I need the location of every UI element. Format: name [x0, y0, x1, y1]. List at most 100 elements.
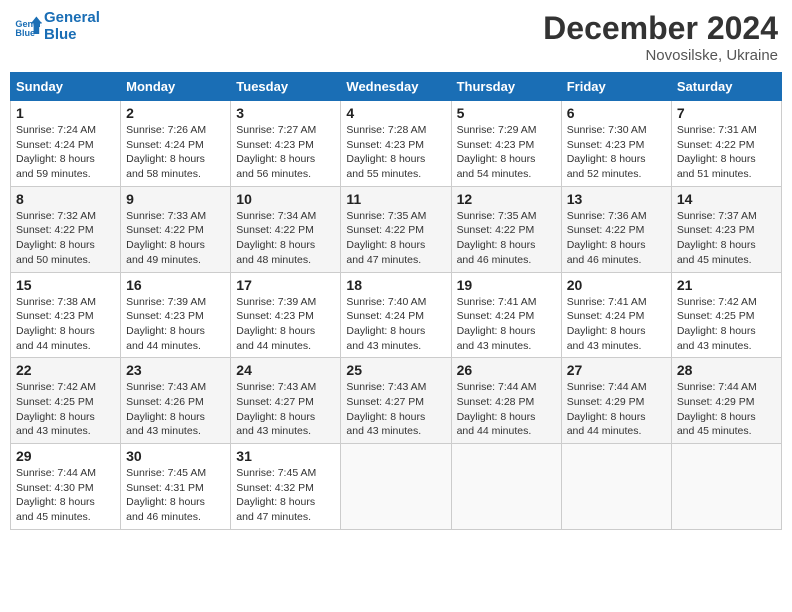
- calendar-cell: 6 Sunrise: 7:30 AMSunset: 4:23 PMDaylight…: [561, 101, 671, 187]
- calendar-cell: 15Sunrise: 7:38 AMSunset: 4:23 PMDayligh…: [11, 272, 121, 358]
- calendar-cell: [341, 444, 451, 530]
- day-number: 25: [346, 362, 445, 378]
- calendar-cell: 22 Sunrise: 7:42 AMSunset: 4:25 PMDayligh…: [11, 358, 121, 444]
- calendar-cell: 28Sunrise: 7:44 AMSunset: 4:29 PMDayligh…: [671, 358, 781, 444]
- day-info: Sunrise: 7:40 AMSunset: 4:24 PMDaylight:…: [346, 295, 445, 354]
- day-number: 13: [567, 191, 666, 207]
- weekday-header: Thursday: [451, 73, 561, 101]
- day-info: Sunrise: 7:34 AMSunset: 4:22 PMDaylight:…: [236, 209, 335, 268]
- weekday-header: Sunday: [11, 73, 121, 101]
- calendar-cell: 14 Sunrise: 7:37 AMSunset: 4:23 PMDayligh…: [671, 186, 781, 272]
- day-info: Sunrise: 7:44 AMSunset: 4:29 PMDaylight:…: [677, 380, 776, 439]
- calendar-cell: 18 Sunrise: 7:40 AMSunset: 4:24 PMDayligh…: [341, 272, 451, 358]
- day-info: Sunrise: 7:29 AMSunset: 4:23 PMDaylight:…: [457, 123, 556, 182]
- day-info: Sunrise: 7:36 AMSunset: 4:22 PMDaylight:…: [567, 209, 666, 268]
- calendar-cell: 9Sunrise: 7:33 AMSunset: 4:22 PMDaylight…: [121, 186, 231, 272]
- calendar-cell: [561, 444, 671, 530]
- calendar-cell: 27 Sunrise: 7:44 AMSunset: 4:29 PMDayligh…: [561, 358, 671, 444]
- logo: General Blue General Blue: [14, 10, 100, 43]
- day-number: 18: [346, 277, 445, 293]
- page-header: General Blue General Blue December 2024 …: [10, 10, 782, 64]
- day-info: Sunrise: 7:37 AMSunset: 4:23 PMDaylight:…: [677, 209, 776, 268]
- day-info: Sunrise: 7:43 AMSunset: 4:26 PMDaylight:…: [126, 380, 225, 439]
- calendar-cell: 13 Sunrise: 7:36 AMSunset: 4:22 PMDayligh…: [561, 186, 671, 272]
- calendar-cell: 2 Sunrise: 7:26 AMSunset: 4:24 PMDaylight…: [121, 101, 231, 187]
- day-number: 2: [126, 105, 225, 121]
- calendar-cell: 20Sunrise: 7:41 AMSunset: 4:24 PMDayligh…: [561, 272, 671, 358]
- svg-text:Blue: Blue: [15, 28, 35, 38]
- day-number: 21: [677, 277, 776, 293]
- weekday-header: Saturday: [671, 73, 781, 101]
- day-info: Sunrise: 7:39 AMSunset: 4:23 PMDaylight:…: [126, 295, 225, 354]
- day-number: 17: [236, 277, 335, 293]
- logo-text-line2: Blue: [44, 27, 100, 44]
- day-number: 11: [346, 191, 445, 207]
- day-info: Sunrise: 7:30 AMSunset: 4:23 PMDaylight:…: [567, 123, 666, 182]
- day-number: 26: [457, 362, 556, 378]
- day-number: 31: [236, 448, 335, 464]
- logo-text-line1: General: [44, 10, 100, 27]
- day-info: Sunrise: 7:45 AMSunset: 4:32 PMDaylight:…: [236, 466, 335, 525]
- day-number: 12: [457, 191, 556, 207]
- calendar-cell: 11 Sunrise: 7:35 AMSunset: 4:22 PMDayligh…: [341, 186, 451, 272]
- calendar-cell: [671, 444, 781, 530]
- day-number: 8: [16, 191, 115, 207]
- day-info: Sunrise: 7:24 AMSunset: 4:24 PMDaylight:…: [16, 123, 115, 182]
- calendar-cell: 25 Sunrise: 7:43 AMSunset: 4:27 PMDayligh…: [341, 358, 451, 444]
- calendar-table: SundayMondayTuesdayWednesdayThursdayFrid…: [10, 72, 782, 530]
- day-info: Sunrise: 7:39 AMSunset: 4:23 PMDaylight:…: [236, 295, 335, 354]
- day-info: Sunrise: 7:28 AMSunset: 4:23 PMDaylight:…: [346, 123, 445, 182]
- day-number: 19: [457, 277, 556, 293]
- calendar-cell: 30 Sunrise: 7:45 AMSunset: 4:31 PMDayligh…: [121, 444, 231, 530]
- calendar-cell: 17 Sunrise: 7:39 AMSunset: 4:23 PMDayligh…: [231, 272, 341, 358]
- day-info: Sunrise: 7:41 AMSunset: 4:24 PMDaylight:…: [457, 295, 556, 354]
- day-number: 15: [16, 277, 115, 293]
- day-number: 7: [677, 105, 776, 121]
- title-block: December 2024 Novosilske, Ukraine: [543, 10, 778, 64]
- day-info: Sunrise: 7:35 AMSunset: 4:22 PMDaylight:…: [346, 209, 445, 268]
- day-number: 29: [16, 448, 115, 464]
- location-subtitle: Novosilske, Ukraine: [543, 47, 778, 64]
- calendar-cell: 5 Sunrise: 7:29 AMSunset: 4:23 PMDaylight…: [451, 101, 561, 187]
- day-number: 30: [126, 448, 225, 464]
- day-number: 27: [567, 362, 666, 378]
- day-info: Sunrise: 7:43 AMSunset: 4:27 PMDaylight:…: [236, 380, 335, 439]
- weekday-header: Friday: [561, 73, 671, 101]
- day-number: 14: [677, 191, 776, 207]
- weekday-header: Monday: [121, 73, 231, 101]
- calendar-cell: 12Sunrise: 7:35 AMSunset: 4:22 PMDayligh…: [451, 186, 561, 272]
- day-info: Sunrise: 7:43 AMSunset: 4:27 PMDaylight:…: [346, 380, 445, 439]
- calendar-cell: 23 Sunrise: 7:43 AMSunset: 4:26 PMDayligh…: [121, 358, 231, 444]
- day-number: 6: [567, 105, 666, 121]
- day-number: 24: [236, 362, 335, 378]
- day-info: Sunrise: 7:44 AMSunset: 4:28 PMDaylight:…: [457, 380, 556, 439]
- day-info: Sunrise: 7:42 AMSunset: 4:25 PMDaylight:…: [16, 380, 115, 439]
- calendar-cell: [451, 444, 561, 530]
- calendar-cell: 10 Sunrise: 7:34 AMSunset: 4:22 PMDayligh…: [231, 186, 341, 272]
- day-info: Sunrise: 7:26 AMSunset: 4:24 PMDaylight:…: [126, 123, 225, 182]
- calendar-cell: 24 Sunrise: 7:43 AMSunset: 4:27 PMDayligh…: [231, 358, 341, 444]
- day-number: 23: [126, 362, 225, 378]
- calendar-header-row: SundayMondayTuesdayWednesdayThursdayFrid…: [11, 73, 782, 101]
- calendar-cell: 16 Sunrise: 7:39 AMSunset: 4:23 PMDayligh…: [121, 272, 231, 358]
- calendar-cell: 1Sunrise: 7:24 AMSunset: 4:24 PMDaylight…: [11, 101, 121, 187]
- day-info: Sunrise: 7:31 AMSunset: 4:22 PMDaylight:…: [677, 123, 776, 182]
- logo-icon: General Blue: [14, 13, 42, 41]
- day-number: 10: [236, 191, 335, 207]
- day-info: Sunrise: 7:45 AMSunset: 4:31 PMDaylight:…: [126, 466, 225, 525]
- day-number: 16: [126, 277, 225, 293]
- month-title: December 2024: [543, 10, 778, 47]
- calendar-cell: 26 Sunrise: 7:44 AMSunset: 4:28 PMDayligh…: [451, 358, 561, 444]
- day-info: Sunrise: 7:33 AMSunset: 4:22 PMDaylight:…: [126, 209, 225, 268]
- calendar-cell: 3 Sunrise: 7:27 AMSunset: 4:23 PMDaylight…: [231, 101, 341, 187]
- calendar-cell: 4Sunrise: 7:28 AMSunset: 4:23 PMDaylight…: [341, 101, 451, 187]
- day-number: 20: [567, 277, 666, 293]
- day-number: 22: [16, 362, 115, 378]
- day-number: 5: [457, 105, 556, 121]
- day-info: Sunrise: 7:27 AMSunset: 4:23 PMDaylight:…: [236, 123, 335, 182]
- weekday-header: Wednesday: [341, 73, 451, 101]
- calendar-cell: 7 Sunrise: 7:31 AMSunset: 4:22 PMDaylight…: [671, 101, 781, 187]
- day-info: Sunrise: 7:44 AMSunset: 4:29 PMDaylight:…: [567, 380, 666, 439]
- day-number: 3: [236, 105, 335, 121]
- calendar-cell: 29Sunrise: 7:44 AMSunset: 4:30 PMDayligh…: [11, 444, 121, 530]
